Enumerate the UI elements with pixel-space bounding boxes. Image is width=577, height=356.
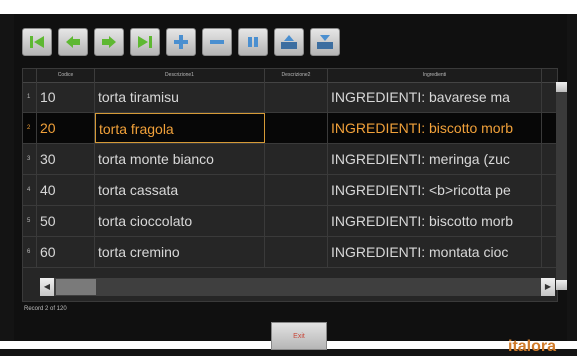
add-record-button[interactable] bbox=[166, 28, 196, 56]
recipe-table: Codice Descrizione1 Descrizione2 Ingredi… bbox=[22, 68, 567, 302]
column-header-descrizione2[interactable]: Descrizione2 bbox=[265, 69, 328, 82]
table-row[interactable]: 1 10 torta tiramisu INGREDIENTI: bavares… bbox=[23, 82, 557, 113]
cell-codice[interactable]: 50 bbox=[37, 206, 95, 236]
cell-descrizione2[interactable] bbox=[265, 82, 328, 112]
row-number: 4 bbox=[23, 175, 37, 205]
row-number-header bbox=[23, 69, 37, 82]
column-header-descrizione1[interactable]: Descrizione1 bbox=[95, 69, 265, 82]
cell-codice[interactable]: 40 bbox=[37, 175, 95, 205]
arrow-right-icon bbox=[102, 36, 116, 48]
horizontal-scrollbar[interactable]: ◀ ▶ bbox=[40, 278, 555, 296]
delete-record-button[interactable] bbox=[202, 28, 232, 56]
table-row[interactable]: 3 30 torta monte bianco INGREDIENTI: mer… bbox=[23, 144, 557, 175]
cell-descrizione1[interactable]: torta monte bianco bbox=[95, 144, 265, 174]
first-record-button[interactable] bbox=[22, 28, 52, 56]
cell-ingredienti[interactable]: INGREDIENTI: biscotto morb bbox=[328, 206, 542, 236]
cell-ingredienti[interactable]: INGREDIENTI: meringa (zuc bbox=[328, 144, 542, 174]
cell-descrizione1[interactable]: torta cassata bbox=[95, 175, 265, 205]
record-counter: Record 2 of 120 bbox=[24, 306, 67, 312]
last-record-button[interactable] bbox=[130, 28, 160, 56]
table-row[interactable]: 6 60 torta cremino INGREDIENTI: montata … bbox=[23, 237, 557, 268]
arrow-left-icon bbox=[66, 36, 80, 48]
table-header: Codice Descrizione1 Descrizione2 Ingredi… bbox=[23, 69, 557, 83]
column-header-ingredienti[interactable]: Ingredienti bbox=[328, 69, 542, 82]
cell-descrizione1[interactable]: torta cioccolato bbox=[95, 206, 265, 236]
pause-icon bbox=[248, 37, 258, 47]
cell-codice[interactable]: 60 bbox=[37, 237, 95, 267]
cell-ingredienti[interactable]: INGREDIENTI: biscotto morb bbox=[328, 113, 542, 143]
column-header-codice[interactable]: Codice bbox=[37, 69, 95, 82]
row-number: 5 bbox=[23, 206, 37, 236]
cell-descrizione2[interactable] bbox=[265, 144, 328, 174]
plus-icon bbox=[174, 35, 188, 49]
cell-descrizione2[interactable] bbox=[265, 237, 328, 267]
horizontal-scroll-thumb[interactable] bbox=[56, 279, 96, 295]
previous-record-button[interactable] bbox=[58, 28, 88, 56]
cell-descrizione1[interactable]: torta tiramisu bbox=[95, 82, 265, 112]
cell-ingredienti[interactable]: INGREDIENTI: bavarese ma bbox=[328, 82, 542, 112]
last-record-icon bbox=[138, 36, 152, 48]
brand-logo: italora bbox=[508, 338, 557, 355]
cell-codice[interactable]: 30 bbox=[37, 144, 95, 174]
scroll-right-icon[interactable]: ▶ bbox=[541, 278, 555, 296]
pause-button[interactable] bbox=[238, 28, 268, 56]
download-tray-icon bbox=[317, 35, 333, 49]
cell-codice[interactable]: 10 bbox=[37, 82, 95, 112]
upload-button[interactable] bbox=[274, 28, 304, 56]
table-row-selected[interactable]: 2 20 torta fragola INGREDIENTI: biscotto… bbox=[23, 113, 557, 144]
top-frame bbox=[0, 0, 577, 14]
cell-descrizione2[interactable] bbox=[265, 206, 328, 236]
cell-descrizione1[interactable]: torta cremino bbox=[95, 237, 265, 267]
row-number: 3 bbox=[23, 144, 37, 174]
row-number: 1 bbox=[23, 82, 37, 112]
table-row[interactable]: 5 50 torta cioccolato INGREDIENTI: bisco… bbox=[23, 206, 557, 237]
upload-tray-icon bbox=[281, 35, 297, 49]
cell-descrizione2[interactable] bbox=[265, 113, 328, 143]
cell-descrizione1[interactable]: torta fragola bbox=[95, 113, 265, 143]
minus-icon bbox=[210, 40, 224, 44]
navigation-toolbar bbox=[22, 28, 340, 58]
vertical-scrollbar[interactable] bbox=[556, 82, 567, 290]
next-record-button[interactable] bbox=[94, 28, 124, 56]
exit-button[interactable]: Exit bbox=[271, 322, 327, 350]
cell-ingredienti[interactable]: INGREDIENTI: <b>ricotta pe bbox=[328, 175, 542, 205]
app-screen: Codice Descrizione1 Descrizione2 Ingredi… bbox=[14, 14, 567, 355]
row-number: 2 bbox=[23, 113, 37, 143]
scroll-left-icon[interactable]: ◀ bbox=[40, 278, 54, 296]
table-row[interactable]: 4 40 torta cassata INGREDIENTI: <b>ricot… bbox=[23, 175, 557, 206]
row-number: 6 bbox=[23, 237, 37, 267]
download-button[interactable] bbox=[310, 28, 340, 56]
scroll-up-button[interactable] bbox=[556, 82, 567, 92]
scroll-down-button[interactable] bbox=[556, 280, 567, 290]
cell-codice[interactable]: 20 bbox=[37, 113, 95, 143]
cell-ingredienti[interactable]: INGREDIENTI: montata cioc bbox=[328, 237, 542, 267]
first-record-icon bbox=[30, 36, 44, 48]
cell-descrizione2[interactable] bbox=[265, 175, 328, 205]
